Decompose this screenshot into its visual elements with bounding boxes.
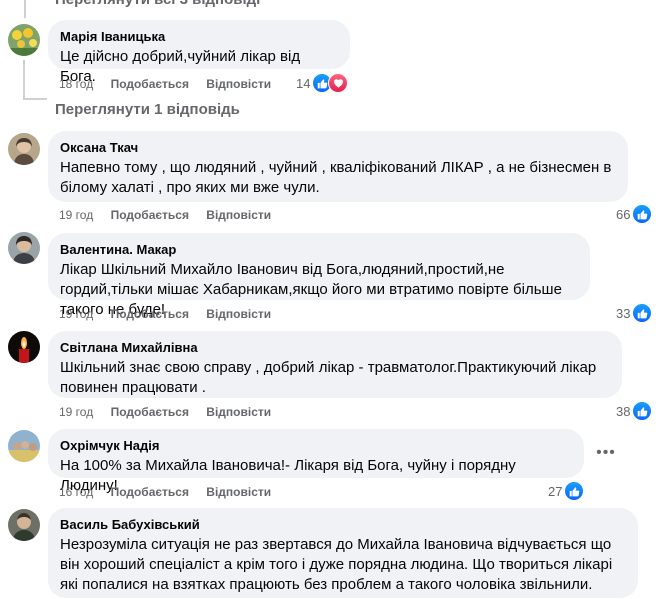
avatar[interactable] [8,24,40,56]
avatar[interactable] [8,509,40,541]
view-replies-link[interactable]: Переглянути 1 відповідь [55,101,240,118]
like-button[interactable]: Подобається [111,405,189,419]
avatar[interactable] [8,133,40,165]
comment-author[interactable]: Охрімчук Надія [60,437,572,454]
reaction-count: 27 [548,483,563,499]
comment-author[interactable]: Валентина. Макар [60,241,578,258]
view-all-replies-link[interactable]: Переглянути всі 3 відповіді [55,0,260,8]
view-all-replies-label: Переглянути всі 3 відповіді [55,0,260,8]
comment-bubble: Оксана Ткач Напевно тому , що людяний , … [48,131,628,202]
reaction-count: 66 [616,206,631,222]
thread-line [24,0,26,18]
like-reaction-icon [632,204,653,224]
comment-time[interactable]: 16 год [59,485,93,499]
love-reaction-icon [328,73,349,93]
comment-bubble: Василь Бабухівський Незрозуміла ситуація… [48,508,638,598]
avatar[interactable] [8,232,40,264]
comment-time[interactable]: 19 год [59,405,93,419]
reaction-count: 14 [296,75,311,91]
comment-bubble: Валентина. Макар Лікар Шкільний Михайло … [48,233,590,318]
reply-button[interactable]: Відповісти [206,405,271,419]
reaction-count: 33 [616,305,631,321]
like-button[interactable]: Подобається [111,307,189,321]
like-reaction-icon [564,481,585,501]
reaction-summary[interactable]: 27 [548,481,585,501]
comment-bubble: Марія Іваницька Це дійсно добрий,чуйний … [48,20,350,85]
like-button[interactable]: Подобається [111,77,189,91]
comment-bubble: Світлана Михайлівна Шкільний знає свою с… [48,331,622,398]
reply-button[interactable]: Відповісти [206,208,271,222]
like-reaction-icon [632,303,653,323]
comment-time[interactable]: 19 год [59,208,93,222]
avatar[interactable] [8,430,40,462]
reaction-count: 38 [616,403,631,419]
comment-bubble: Охрімчук Надія На 100% за Михайла Іванов… [48,429,584,494]
ellipsis-icon: ••• [596,444,616,461]
reaction-summary[interactable]: 38 [616,401,653,421]
reply-button[interactable]: Відповісти [206,77,271,91]
like-button[interactable]: Подобається [111,208,189,222]
more-options-button[interactable]: ••• [592,439,620,467]
comment-author[interactable]: Світлана Михайлівна [60,339,610,356]
view-replies-label: Переглянути 1 відповідь [55,101,240,118]
comment-text: Напевно тому , що людяний , чуйний , ква… [60,159,612,196]
comment-time[interactable]: 18 год [59,77,93,91]
thread-line [23,98,47,100]
comment-author[interactable]: Василь Бабухівський [60,516,626,533]
reaction-summary[interactable]: 14 [296,73,349,93]
thread-line [23,60,25,100]
avatar[interactable] [8,331,40,363]
comment-text: Шкільний знає свою справу , добрий лікар… [60,359,597,396]
comment-meta: 16 год Подобається Відповісти [59,484,285,500]
reaction-summary[interactable]: 66 [616,204,653,224]
comment-author[interactable]: Оксана Ткач [60,139,616,156]
like-reaction-icon [632,401,653,421]
comment-author[interactable]: Марія Іваницька [60,28,338,45]
comment-meta: 19 год Подобається Відповісти [59,207,285,223]
comment-time[interactable]: 19 год [59,307,93,321]
reaction-summary[interactable]: 33 [616,303,653,323]
comment-meta: 19 год Подобається Відповісти [59,306,285,322]
reply-button[interactable]: Відповісти [206,307,271,321]
reply-button[interactable]: Відповісти [206,485,271,499]
comment-text: Незрозуміла ситуація не раз звертався до… [60,536,613,593]
comment-meta: 19 год Подобається Відповісти [59,404,285,420]
like-button[interactable]: Подобається [111,485,189,499]
comment-meta: 18 год Подобається Відповісти [59,76,285,92]
